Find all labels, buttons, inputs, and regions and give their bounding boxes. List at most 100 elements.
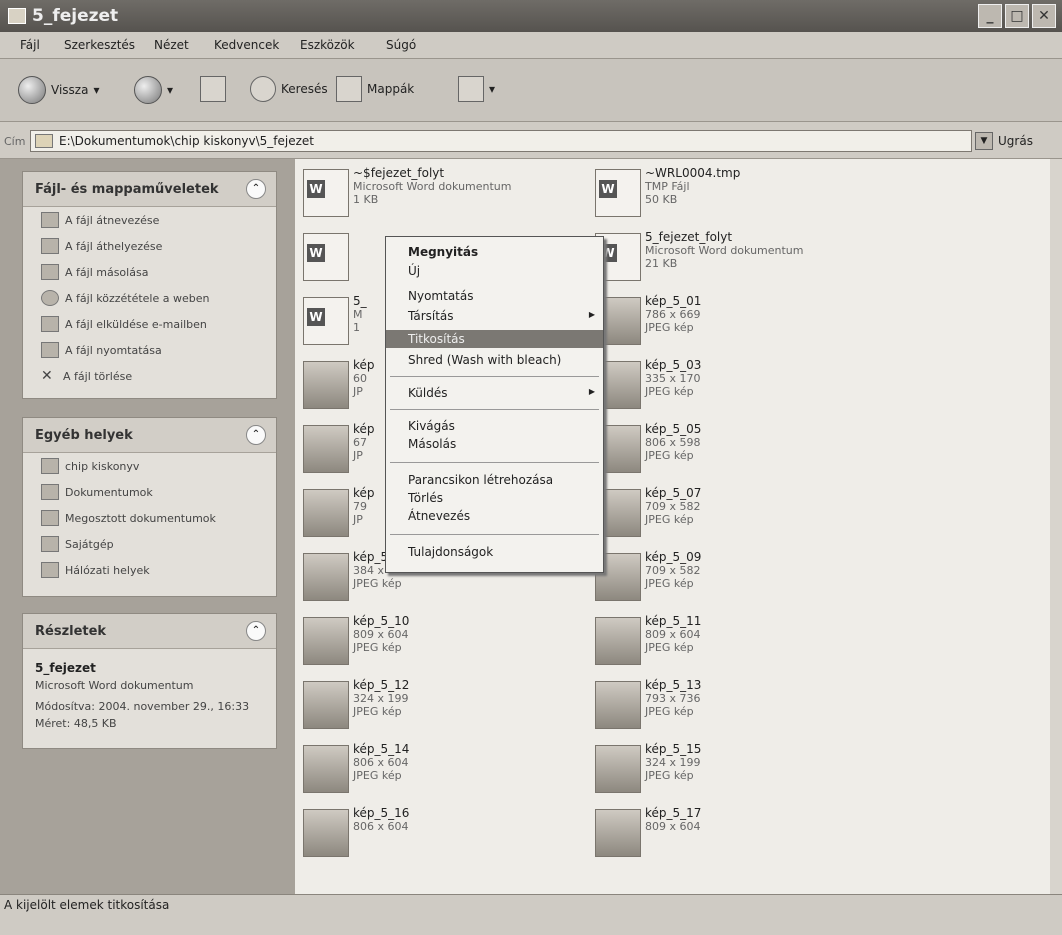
ctx-new[interactable]: Új — [386, 262, 603, 280]
file-info: 809 x 604 — [353, 628, 409, 641]
maximize-button[interactable]: □ — [1005, 4, 1029, 28]
task-copy[interactable]: A fájl másolása — [23, 259, 276, 285]
address-path: E:\Dokumentumok\chip kiskonyv\5_fejezet — [59, 134, 315, 148]
jpeg-image-icon — [303, 745, 349, 793]
place-my-computer[interactable]: Sajátgép — [23, 531, 276, 557]
forward-button[interactable]: ▾ — [134, 76, 173, 104]
menu-help[interactable]: Súgó — [386, 38, 416, 52]
mail-icon — [41, 316, 59, 332]
file-name: kép_5_15 — [645, 742, 702, 756]
ctx-create-shortcut[interactable]: Parancsikon létrehozása — [386, 471, 603, 489]
ctx-send-to[interactable]: Küldés ▶ — [386, 384, 603, 402]
chevron-down-icon: ▾ — [489, 82, 496, 96]
file-item[interactable]: kép_5_01 786 x 669 JPEG kép — [595, 293, 875, 353]
ctx-open-with[interactable]: Társítás ▶ — [386, 307, 603, 325]
file-item[interactable]: kép_5_12 324 x 199 JPEG kép — [303, 677, 583, 737]
ctx-encrypt[interactable]: Titkosítás — [386, 330, 603, 348]
search-label: Keresés — [281, 82, 328, 96]
folder-icon — [41, 458, 59, 474]
file-item[interactable]: kép_5_07 709 x 582 JPEG kép — [595, 485, 875, 545]
close-button[interactable]: ✕ — [1032, 4, 1056, 28]
file-item[interactable]: kép_5_09 709 x 582 JPEG kép — [595, 549, 875, 609]
file-type: 1 KB — [353, 193, 379, 206]
ctx-delete[interactable]: Törlés — [386, 489, 603, 507]
ctx-shred[interactable]: Shred (Wash with bleach) — [386, 351, 603, 369]
task-publish[interactable]: A fájl közzététele a weben — [23, 285, 276, 311]
globe-icon — [41, 290, 59, 306]
ctx-properties[interactable]: Tulajdonságok — [386, 543, 603, 561]
file-item[interactable]: W ~WRL0004.tmp TMP Fájl 50 KB — [595, 165, 875, 225]
file-name: kép_5_05 — [645, 422, 702, 436]
ctx-rename[interactable]: Átnevezés — [386, 507, 603, 525]
file-item[interactable]: W 5_fejezet_folyt Microsoft Word dokumentu… — [595, 229, 875, 289]
submenu-arrow-icon: ▶ — [588, 387, 595, 396]
file-item[interactable]: kép_5_16 806 x 604 — [303, 805, 583, 865]
file-name: kép_5_12 — [353, 678, 410, 692]
task-print[interactable]: A fájl nyomtatása — [23, 337, 276, 363]
file-info: 806 x 598 — [645, 436, 701, 449]
chevron-down-icon: ▾ — [93, 83, 100, 97]
file-item[interactable]: W ~$fejezet_folyt Microsoft Word dokumentu… — [303, 165, 583, 225]
detail-size: Méret: 48,5 KB — [35, 717, 117, 730]
jpeg-image-icon — [595, 809, 641, 857]
up-folder-button[interactable] — [200, 76, 226, 102]
file-info: 335 x 170 — [645, 372, 701, 385]
vertical-scrollbar[interactable] — [1050, 159, 1062, 894]
file-item[interactable]: kép_5_14 806 x 604 JPEG kép — [303, 741, 583, 801]
file-item[interactable]: kép_5_13 793 x 736 JPEG kép — [595, 677, 875, 737]
address-field[interactable]: E:\Dokumentumok\chip kiskonyv\5_fejezet — [30, 130, 972, 152]
file-item[interactable]: kép_5_11 809 x 604 JPEG kép — [595, 613, 875, 673]
file-item[interactable]: kép_5_10 809 x 604 JPEG kép — [303, 613, 583, 673]
collapse-icon[interactable]: ⌃ — [246, 179, 266, 199]
minimize-button[interactable]: _ — [978, 4, 1002, 28]
file-name: 5_ — [353, 294, 367, 308]
menu-view[interactable]: Nézet — [154, 38, 189, 52]
address-dropdown-button[interactable]: ▼ — [975, 132, 993, 150]
file-tasks-header[interactable]: Fájl- és mappaműveletek ⌃ — [23, 172, 276, 207]
jpeg-image-icon — [595, 745, 641, 793]
folders-button[interactable]: Mappák — [336, 76, 414, 102]
file-item[interactable]: kép_5_05 806 x 598 JPEG kép — [595, 421, 875, 481]
chevron-down-icon: ▾ — [167, 83, 174, 97]
ctx-print[interactable]: Nyomtatás — [386, 287, 603, 305]
place-network[interactable]: Hálózati helyek — [23, 557, 276, 583]
menu-favorites[interactable]: Kedvencek — [214, 38, 279, 52]
task-pane: Fájl- és mappaműveletek ⌃ A fájl átnevez… — [0, 159, 295, 894]
other-places-header[interactable]: Egyéb helyek ⌃ — [23, 418, 276, 453]
menu-edit[interactable]: Szerkesztés — [64, 38, 135, 52]
up-folder-icon — [200, 76, 226, 102]
details-header[interactable]: Részletek ⌃ — [23, 614, 276, 649]
task-move[interactable]: A fájl áthelyezése — [23, 233, 276, 259]
menu-tools[interactable]: Eszközök — [300, 38, 355, 52]
collapse-icon[interactable]: ⌃ — [246, 621, 266, 641]
folder-icon — [41, 484, 59, 500]
place-chip-kiskonyv[interactable]: chip kiskonyv — [23, 453, 276, 479]
menu-file[interactable]: Fájl — [20, 38, 40, 52]
task-delete[interactable]: ✕ A fájl törlése — [23, 363, 276, 389]
go-button[interactable]: Ugrás — [998, 134, 1033, 148]
jpeg-image-icon — [303, 361, 349, 409]
other-places-panel: Egyéb helyek ⌃ chip kiskonyv Dokumentumo… — [22, 417, 277, 597]
file-item[interactable]: kép_5_17 809 x 604 — [595, 805, 875, 865]
file-item[interactable]: kép_5_03 335 x 170 JPEG kép — [595, 357, 875, 417]
collapse-icon[interactable]: ⌃ — [246, 425, 266, 445]
menu-separator — [390, 462, 599, 463]
place-shared-documents[interactable]: Megosztott dokumentumok — [23, 505, 276, 531]
word-document-icon: W — [303, 297, 349, 345]
file-type: JPEG kép — [645, 385, 694, 398]
ctx-open[interactable]: Megnyitás — [386, 243, 603, 261]
jpeg-image-icon — [303, 553, 349, 601]
task-email[interactable]: A fájl elküldése e-mailben — [23, 311, 276, 337]
views-button[interactable]: ▾ — [458, 76, 495, 102]
file-name: kép_5_13 — [645, 678, 702, 692]
file-item[interactable]: kép_5_15 324 x 199 JPEG kép — [595, 741, 875, 801]
ctx-copy[interactable]: Másolás — [386, 435, 603, 453]
place-documents[interactable]: Dokumentumok — [23, 479, 276, 505]
back-arrow-icon — [18, 76, 46, 104]
back-button[interactable]: Vissza ▾ — [18, 76, 99, 104]
search-button[interactable]: Keresés — [250, 76, 328, 102]
task-rename[interactable]: A fájl átnevezése — [23, 207, 276, 233]
task-label: A fájl elküldése e-mailben — [65, 317, 207, 331]
file-type: JPEG kép — [353, 577, 402, 590]
ctx-cut[interactable]: Kivágás — [386, 417, 603, 435]
